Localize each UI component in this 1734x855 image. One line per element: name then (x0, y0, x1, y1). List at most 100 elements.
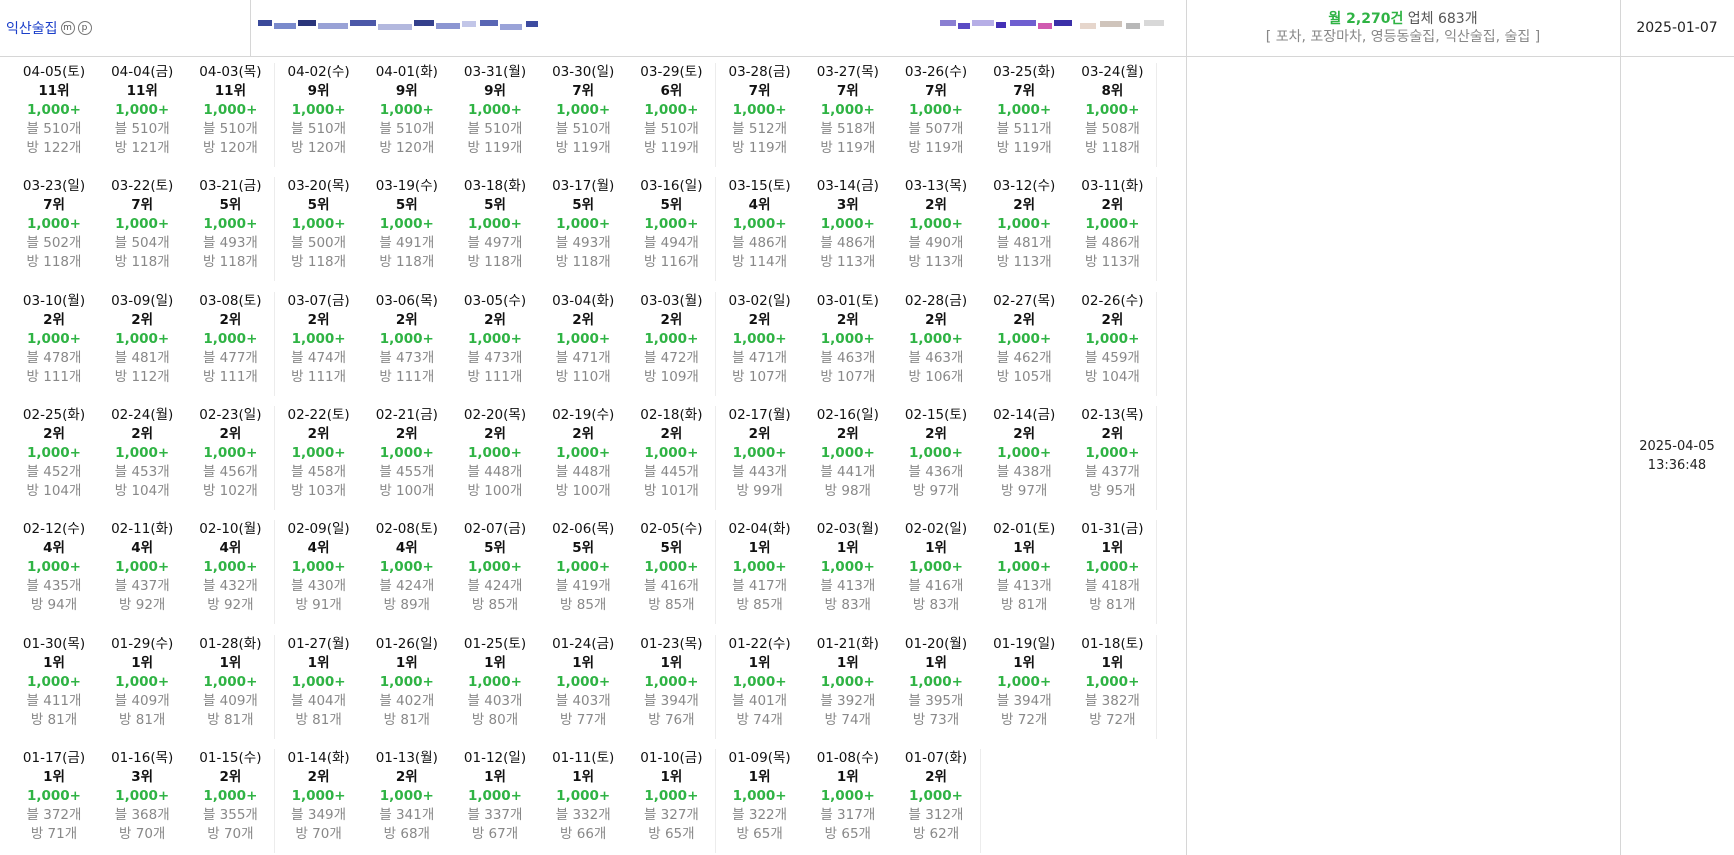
day-volume: 1,000+ (203, 102, 258, 118)
day-cell: 03-22(토) 7위 1,000+ 블 504개 방 118개 (98, 177, 187, 282)
day-cell: 03-04(화) 2위 1,000+ 블 471개 방 110개 (539, 291, 628, 396)
day-rank: 5위 (307, 197, 330, 214)
day-volume: 1,000+ (556, 330, 611, 347)
day-rank: 2위 (925, 425, 947, 442)
day-cell: 02-24(월) 2위 1,000+ 블 453개 방 104개 (98, 405, 187, 510)
day-cell: 01-10(금) 1위 1,000+ 블 327개 방 65개 (627, 748, 716, 853)
day-cell: 02-23(일) 2위 1,000+ 블 456개 방 102개 (186, 405, 275, 510)
keyword-link[interactable]: 익산술집 (6, 18, 58, 38)
day-volume: 1,000+ (732, 216, 787, 233)
day-blog-count: 블 486개 (1084, 235, 1140, 252)
day-blog-count: 블 435개 (26, 578, 82, 595)
day-cafe-count: 방 68개 (383, 825, 430, 842)
day-cafe-count: 방 80개 (471, 711, 519, 728)
day-blog-count: 블 404개 (291, 692, 347, 709)
day-cafe-count: 방 97개 (912, 482, 960, 499)
day-cell: 02-05(수) 5위 1,000+ 블 416개 방 85개 (627, 520, 716, 625)
day-blog-count: 블 419개 (555, 578, 611, 595)
day-volume: 1,000+ (203, 444, 258, 461)
day-date: 03-26(수) (904, 64, 968, 80)
day-date: 03-03(월) (640, 292, 703, 309)
day-cafe-count: 방 89개 (383, 597, 430, 614)
day-volume: 1,000+ (26, 216, 81, 233)
day-volume: 1,000+ (908, 559, 963, 576)
day-cafe-count: 방 110개 (555, 368, 611, 385)
day-cell: 02-10(월) 4위 1,000+ 블 432개 방 92개 (186, 520, 275, 625)
day-rank: 2위 (1101, 197, 1124, 214)
day-cell: 01-07(화) 2위 1,000+ 블 312개 방 62개 (892, 748, 980, 853)
pc-badge-icon[interactable]: p (77, 21, 92, 35)
day-volume: 1,000+ (291, 559, 346, 576)
day-volume: 1,000+ (1085, 559, 1140, 576)
day-cell: 01-08(수) 1위 1,000+ 블 317개 방 65개 (803, 748, 892, 853)
day-cafe-count: 방 81개 (295, 711, 342, 728)
day-cafe-count: 방 118개 (555, 254, 611, 271)
day-cafe-count: 방 81개 (207, 711, 254, 728)
day-volume: 1,000+ (908, 673, 963, 690)
day-rank: 7위 (43, 197, 65, 214)
day-date: 03-28(금) (728, 64, 791, 80)
day-cell: 01-24(금) 1위 1,000+ 블 403개 방 77개 (539, 634, 628, 739)
day-date: 02-14(금) (993, 406, 1056, 423)
day-cell: 03-03(월) 2위 1,000+ 블 472개 방 109개 (627, 291, 716, 396)
day-volume: 1,000+ (115, 787, 170, 804)
day-date: 04-03(목) (199, 64, 262, 80)
summary-counts: 월 2,270건 업체 683개 (1186, 10, 1620, 28)
day-date: 01-25(토) (463, 635, 527, 652)
day-cafe-count: 방 109개 (643, 368, 699, 385)
day-date: 03-06(목) (375, 292, 438, 309)
day-cafe-count: 방 106개 (908, 368, 964, 385)
day-date: 02-20(목) (463, 406, 527, 423)
day-blog-count: 블 473개 (467, 349, 523, 366)
day-volume: 1,000+ (379, 216, 434, 233)
day-rank: 9위 (307, 83, 330, 99)
day-rank: 5위 (660, 197, 683, 214)
day-blog-count: 블 473개 (379, 349, 435, 366)
day-cafe-count: 방 70개 (207, 825, 254, 842)
day-blog-count: 블 327개 (643, 806, 699, 823)
day-blog-count: 블 456개 (202, 463, 258, 480)
day-rank: 4위 (43, 540, 65, 557)
day-rank: 2위 (660, 425, 683, 442)
day-blog-count: 블 409개 (114, 692, 170, 709)
day-cell: 01-13(월) 2위 1,000+ 블 341개 방 68개 (362, 748, 451, 853)
day-blog-count: 블 312개 (908, 806, 964, 823)
day-cafe-count: 방 95개 (1089, 482, 1136, 499)
day-cell: 03-29(토) 6위 1,000+ 블 510개 방 119개 (627, 63, 716, 167)
day-date: 03-19(수) (375, 178, 438, 195)
day-cafe-count: 방 85개 (560, 597, 607, 614)
day-cell: 02-26(수) 2위 1,000+ 블 459개 방 104개 (1068, 291, 1157, 396)
day-rank: 1위 (484, 768, 506, 785)
day-cafe-count: 방 119개 (996, 140, 1052, 156)
day-date: 01-28(화) (199, 635, 262, 652)
day-rank: 4위 (219, 540, 242, 557)
day-volume: 1,000+ (379, 559, 434, 576)
day-cell: 02-22(토) 2위 1,000+ 블 458개 방 103개 (274, 405, 363, 510)
day-cell: 01-23(목) 1위 1,000+ 블 394개 방 76개 (627, 634, 716, 739)
day-cafe-count: 방 85개 (736, 597, 783, 614)
day-cell: 04-04(금) 11위 1,000+ 블 510개 방 121개 (98, 63, 187, 167)
day-cell: 04-03(목) 11위 1,000+ 블 510개 방 120개 (186, 63, 275, 167)
day-cell: 01-22(수) 1위 1,000+ 블 401개 방 74개 (715, 634, 804, 739)
day-cell: 02-03(월) 1위 1,000+ 블 413개 방 83개 (803, 520, 892, 625)
day-cell: 01-14(화) 2위 1,000+ 블 349개 방 70개 (274, 748, 363, 853)
day-blog-count: 블 502개 (26, 235, 82, 252)
day-date: 03-09(일) (111, 292, 174, 309)
mobile-badge-icon[interactable]: m (60, 21, 75, 35)
day-cell: 02-06(목) 5위 1,000+ 블 419개 방 85개 (539, 520, 628, 625)
day-date: 03-08(토) (199, 292, 262, 309)
day-blog-count: 블 409개 (202, 692, 258, 709)
day-rank: 5위 (219, 197, 242, 214)
day-blog-count: 블 416개 (908, 578, 964, 595)
day-rank: 1위 (484, 654, 506, 671)
day-volume: 1,000+ (732, 787, 787, 804)
day-cafe-count: 방 104개 (1084, 368, 1140, 385)
day-blog-count: 블 430개 (291, 578, 347, 595)
day-rank: 2위 (1101, 425, 1124, 442)
day-blog-count: 블 443개 (732, 463, 788, 480)
day-date: 03-24(월) (1081, 64, 1144, 80)
day-cell: 03-08(토) 2위 1,000+ 블 477개 방 111개 (186, 291, 275, 396)
column-divider (250, 0, 251, 56)
day-cell: 01-28(화) 1위 1,000+ 블 409개 방 81개 (186, 634, 275, 739)
day-volume: 1,000+ (820, 559, 875, 576)
